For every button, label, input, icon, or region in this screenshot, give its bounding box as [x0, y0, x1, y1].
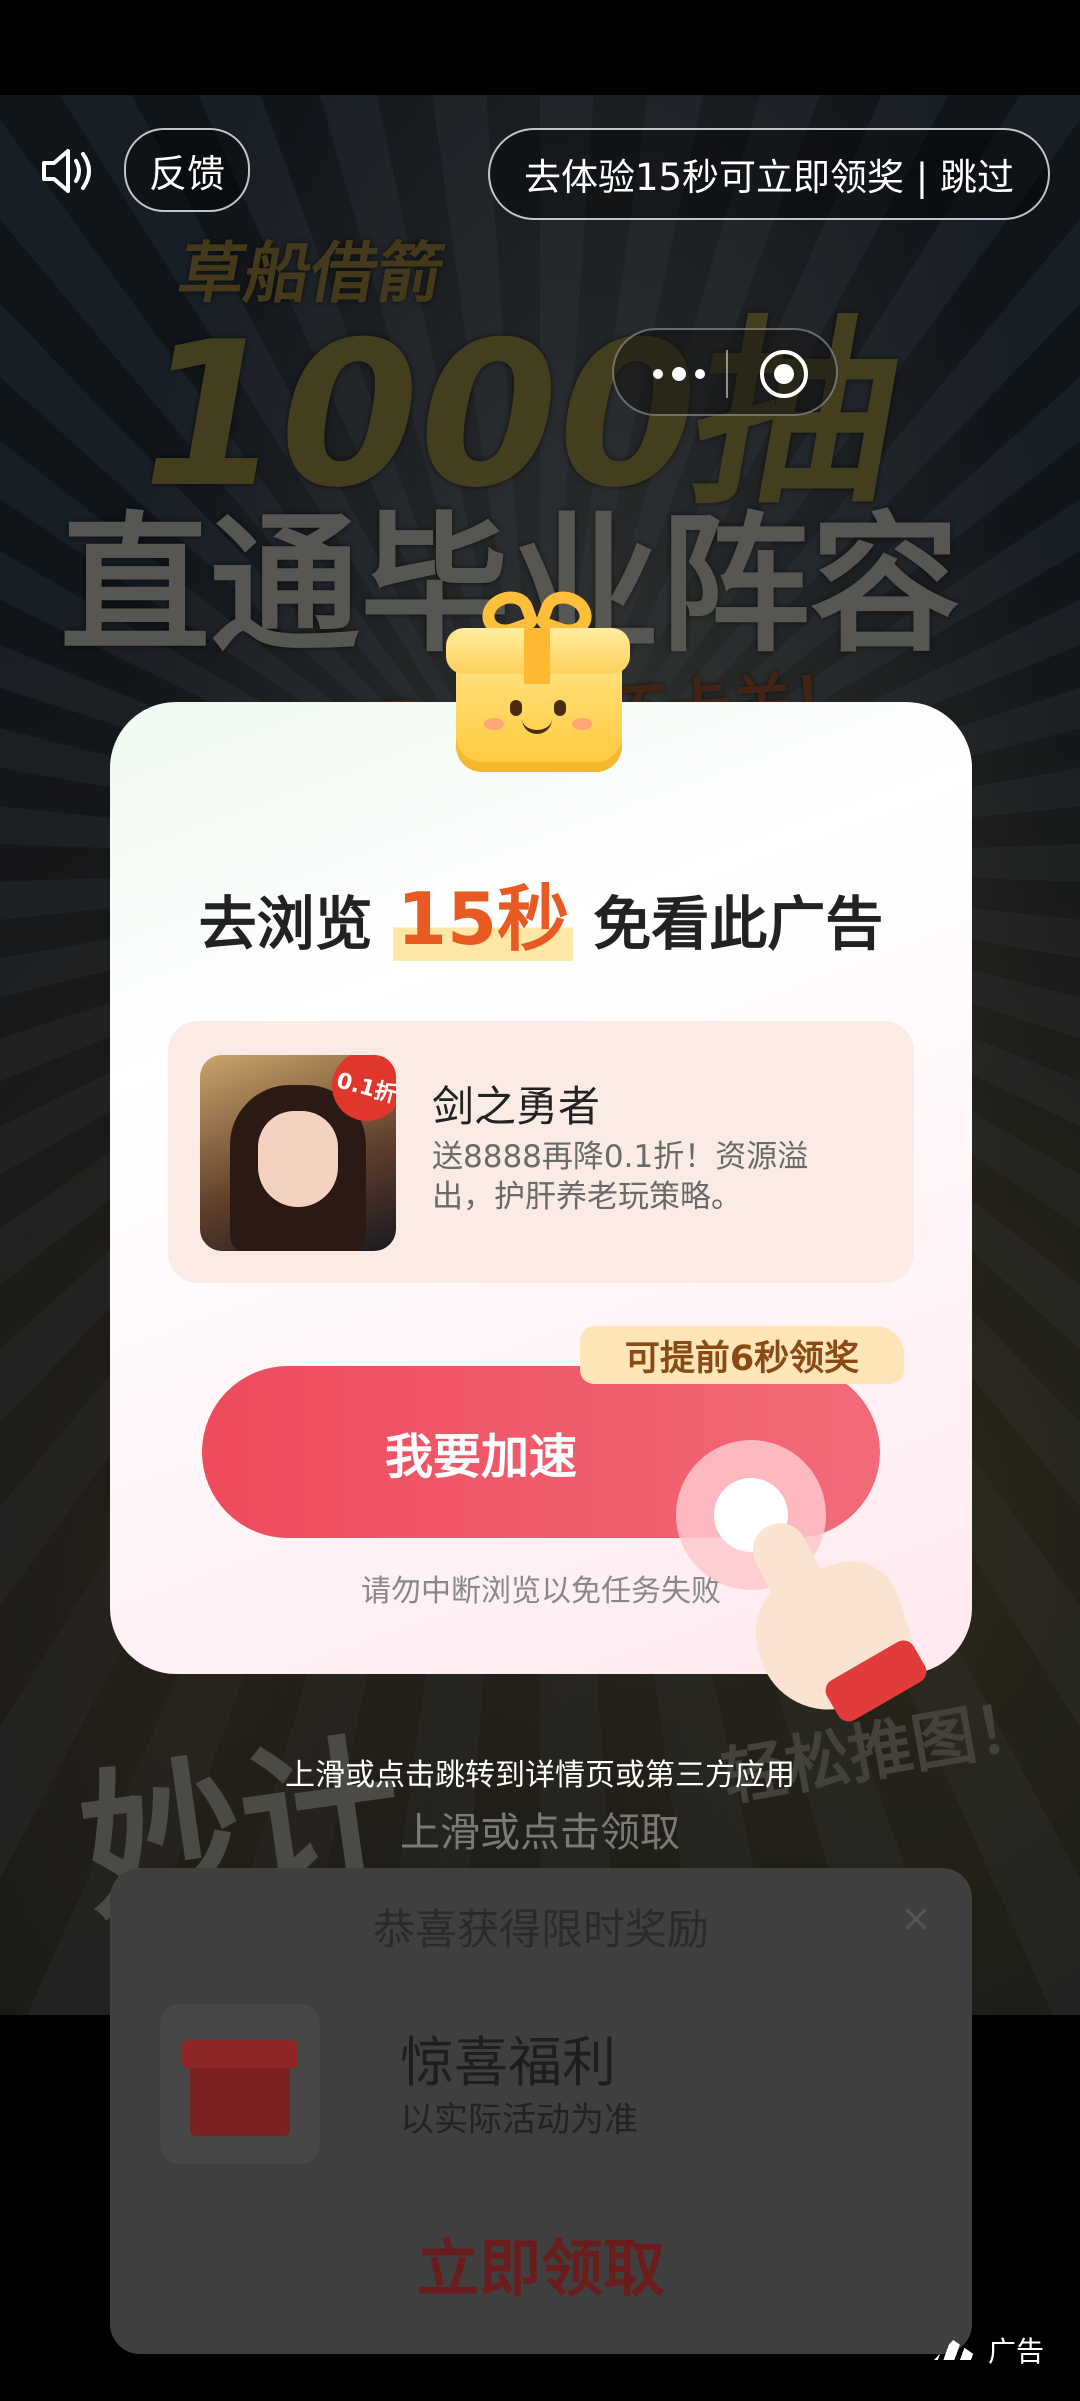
close-icon[interactable]: ×	[900, 1899, 932, 1937]
close-miniprogram-icon[interactable]	[760, 350, 808, 398]
early-reward-tag: 可提前6秒领奖	[580, 1326, 904, 1384]
feedback-button[interactable]: 反馈	[124, 128, 250, 212]
ad-network-logo-icon	[934, 2340, 982, 2360]
swipe-hint: 上滑或点击跳转到详情页或第三方应用	[285, 1758, 795, 1793]
gift-box-icon	[442, 584, 632, 782]
headline-seconds: 15秒	[392, 877, 574, 961]
ad-label: 广告	[934, 2330, 1044, 2370]
red-gift-icon	[160, 2004, 320, 2164]
swipe-claim-hint: 上滑或点击领取	[400, 1810, 680, 1856]
miniprogram-capsule	[612, 328, 838, 416]
reward-card: 恭喜获得限时奖励 × 惊喜福利 以实际活动为准 立即领取	[110, 1868, 972, 2354]
app-icon: 0.1折	[200, 1055, 396, 1251]
reward-subtitle: 以实际活动为准	[400, 2100, 638, 2140]
reward-title: 恭喜获得限时奖励	[372, 1905, 709, 1954]
speaker-icon	[42, 149, 91, 193]
ad-label-text: 广告	[988, 2335, 1045, 2368]
sound-toggle-button[interactable]	[38, 133, 98, 209]
app-name: 剑之勇者	[432, 1082, 601, 1131]
capsule-divider	[726, 350, 728, 398]
more-menu-icon[interactable]	[644, 330, 714, 418]
app-card[interactable]: 0.1折 剑之勇者 送8888再降0.1折！资源溢出，护肝养老玩策略。	[168, 1021, 914, 1283]
headline-suffix: 免看此广告	[593, 890, 884, 958]
tap-hand-icon	[676, 1440, 936, 1728]
headline-prefix: 去浏览	[198, 890, 373, 958]
reward-name: 惊喜福利	[400, 2031, 616, 2094]
app-description: 送8888再降0.1折！资源溢出，护肝养老玩策略。	[432, 1139, 809, 1215]
claim-now-button[interactable]: 立即领取	[110, 2218, 972, 2308]
skip-ad-button[interactable]: 去体验15秒可立即领奖 | 跳过	[488, 128, 1050, 220]
dialog-headline: 去浏览 15秒 免看此广告	[110, 860, 972, 965]
